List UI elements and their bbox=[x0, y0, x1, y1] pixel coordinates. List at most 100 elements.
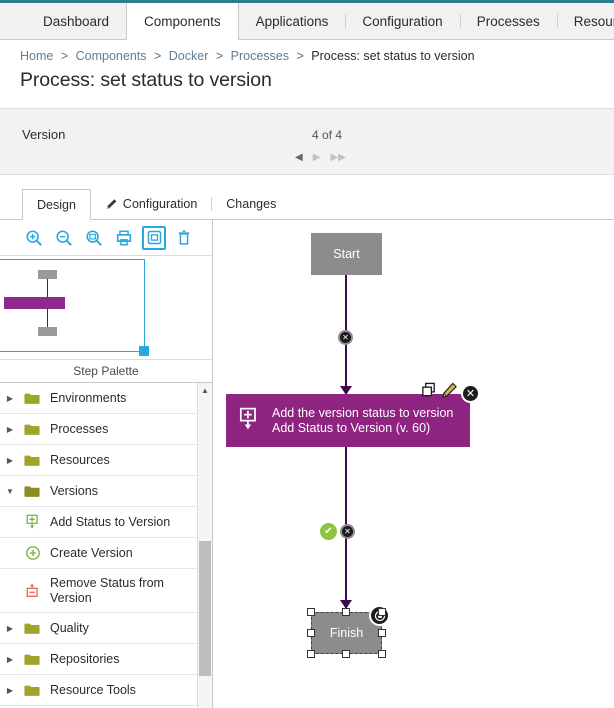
selection-handle[interactable] bbox=[378, 650, 386, 658]
nav-tab-label: Components bbox=[144, 14, 221, 29]
minimap-viewport[interactable] bbox=[0, 259, 149, 356]
tab-configuration[interactable]: Configuration bbox=[91, 189, 211, 219]
palette-item-label: Processes bbox=[50, 421, 109, 436]
palette-item-label: Versions bbox=[50, 483, 98, 498]
scrollbar-thumb[interactable] bbox=[199, 541, 211, 676]
palette-item-label: Environments bbox=[50, 390, 127, 405]
print-icon[interactable] bbox=[112, 226, 136, 250]
folder-icon bbox=[20, 653, 44, 666]
palette-folder-repositories[interactable]: ▶ Repositories bbox=[0, 644, 212, 675]
palette-folder-processes[interactable]: ▶ Processes bbox=[0, 414, 212, 445]
selection-handle[interactable] bbox=[342, 608, 350, 616]
breadcrumb-item-home[interactable]: Home bbox=[20, 49, 53, 63]
selection-handle[interactable] bbox=[378, 608, 386, 616]
palette-folder-quality[interactable]: ▶ Quality bbox=[0, 613, 212, 644]
palette-scrollbar[interactable]: ▲ bbox=[197, 383, 212, 708]
delete-glyph: ✕ bbox=[465, 387, 476, 400]
folder-icon bbox=[20, 423, 44, 436]
zoom-out-icon[interactable] bbox=[52, 226, 76, 250]
left-pane: Step Palette ▶ Environments ▶ Processes bbox=[0, 220, 213, 708]
nav-tab-processes[interactable]: Processes bbox=[459, 3, 557, 39]
trash-icon[interactable] bbox=[172, 226, 196, 250]
badge-glyph: ✕ bbox=[344, 527, 351, 536]
chevron-right-icon[interactable]: ▶ bbox=[0, 456, 20, 465]
version-pager: ◀ ▶ ▶▶ bbox=[295, 153, 346, 163]
canvas-minimap[interactable] bbox=[0, 256, 212, 360]
palette-item-label: Resource Tools bbox=[50, 682, 136, 697]
edit-icon[interactable] bbox=[441, 382, 458, 404]
palette-item-label: Create Version bbox=[50, 545, 133, 560]
selection-handle[interactable] bbox=[342, 650, 350, 658]
chevron-down-icon[interactable]: ▼ bbox=[0, 487, 20, 496]
nav-tab-dashboard[interactable]: Dashboard bbox=[26, 3, 126, 39]
zoom-in-icon[interactable] bbox=[22, 226, 46, 250]
chevron-right-icon[interactable]: ▶ bbox=[0, 624, 20, 633]
step-palette-list: ▶ Environments ▶ Processes ▶ Resources ▼… bbox=[0, 383, 212, 708]
palette-folder-environments[interactable]: ▶ Environments bbox=[0, 383, 212, 414]
palette-step-create-version[interactable]: Create Version bbox=[0, 538, 212, 569]
nav-tab-label: Dashboard bbox=[43, 13, 110, 29]
folder-icon bbox=[20, 392, 44, 405]
process-canvas[interactable]: Start ✕ Add the version status to versio… bbox=[213, 220, 614, 708]
palette-step-remove-status-from-version[interactable]: Remove Status from Version bbox=[0, 569, 212, 613]
folder-icon bbox=[20, 622, 44, 635]
version-last-button[interactable]: ▶▶ bbox=[330, 153, 345, 163]
node-step-line1: Add the version status to version bbox=[272, 405, 454, 420]
tab-label: Changes bbox=[226, 197, 277, 211]
remove-status-icon bbox=[22, 583, 44, 599]
palette-folder-resources[interactable]: ▶ Resources bbox=[0, 445, 212, 476]
minimap-resize-handle[interactable] bbox=[139, 346, 149, 356]
breadcrumb: Home > Components > Docker > Processes >… bbox=[0, 40, 614, 67]
chevron-right-icon[interactable]: ▶ bbox=[0, 655, 20, 664]
selection-handle[interactable] bbox=[307, 608, 315, 616]
version-next-button[interactable]: ▶ bbox=[313, 153, 321, 163]
folder-icon bbox=[20, 454, 44, 467]
scroll-up-icon[interactable]: ▲ bbox=[198, 383, 212, 398]
edge-delete-badge[interactable]: ✕ bbox=[338, 330, 353, 345]
node-label: Start bbox=[333, 247, 360, 261]
palette-folder-versions[interactable]: ▼ Versions bbox=[0, 476, 212, 507]
diagram-node-start[interactable]: Start bbox=[311, 233, 382, 275]
edge-success-badge[interactable]: ✔ bbox=[320, 523, 337, 540]
selection-handle[interactable] bbox=[307, 629, 315, 637]
application-root: Dashboard Components Applications Config… bbox=[0, 0, 614, 708]
nav-tab-label: Configuration bbox=[362, 13, 443, 29]
selection-handle[interactable] bbox=[307, 650, 315, 658]
palette-step-add-status-to-version[interactable]: Add Status to Version bbox=[0, 507, 212, 538]
delete-icon[interactable]: ✕ bbox=[461, 383, 480, 403]
zoom-fit-icon[interactable] bbox=[82, 226, 106, 250]
step-node-actions: ✕ bbox=[421, 382, 480, 404]
breadcrumb-current: Process: set status to version bbox=[311, 49, 475, 63]
breadcrumb-item-docker[interactable]: Docker bbox=[169, 49, 209, 63]
minimap-icon[interactable] bbox=[142, 225, 166, 250]
palette-item-label: Repositories bbox=[50, 651, 120, 666]
version-label: Version bbox=[22, 127, 66, 142]
version-count: 4 of 4 bbox=[312, 128, 343, 142]
palette-folder-resource-tools[interactable]: ▶ Resource Tools bbox=[0, 675, 212, 706]
breadcrumb-item-processes[interactable]: Processes bbox=[231, 49, 289, 63]
chevron-right-icon[interactable]: ▶ bbox=[0, 394, 20, 403]
nav-tab-configuration[interactable]: Configuration bbox=[345, 3, 459, 39]
editor-body: Step Palette ▶ Environments ▶ Processes bbox=[0, 220, 614, 708]
chevron-right-icon[interactable]: ▶ bbox=[0, 686, 20, 695]
step-palette-header: Step Palette bbox=[0, 360, 212, 383]
palette-item-label: Remove Status from Version bbox=[50, 575, 164, 605]
version-bar: Version 4 of 4 ◀ ▶ ▶▶ bbox=[0, 108, 614, 175]
breadcrumb-item-components[interactable]: Components bbox=[76, 49, 147, 63]
nav-tab-components[interactable]: Components bbox=[126, 3, 239, 40]
tab-changes[interactable]: Changes bbox=[212, 189, 290, 219]
breadcrumb-separator: > bbox=[153, 49, 162, 63]
create-version-icon bbox=[22, 545, 44, 561]
folder-icon bbox=[20, 684, 44, 697]
main-navigation: Dashboard Components Applications Config… bbox=[0, 0, 614, 40]
chevron-right-icon[interactable]: ▶ bbox=[0, 425, 20, 434]
nav-tab-applications[interactable]: Applications bbox=[239, 3, 346, 39]
selection-handle[interactable] bbox=[378, 629, 386, 637]
palette-item-label: Add Status to Version bbox=[50, 514, 171, 529]
copy-icon[interactable] bbox=[421, 382, 438, 404]
pencil-icon bbox=[105, 198, 118, 211]
edge-delete-badge[interactable]: ✕ bbox=[340, 524, 355, 539]
nav-tab-resources[interactable]: Resources bbox=[556, 3, 614, 39]
tab-design[interactable]: Design bbox=[22, 189, 91, 220]
version-prev-button[interactable]: ◀ bbox=[295, 153, 303, 163]
